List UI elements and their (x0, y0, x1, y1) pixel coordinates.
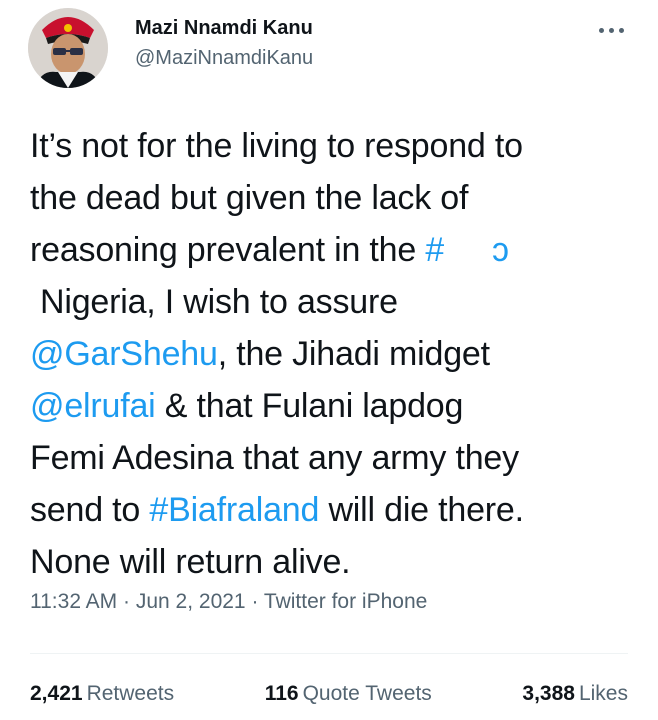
quote-tweets-label: Quote Tweets (302, 682, 432, 705)
tweet-line: It’s not for the living to respond to (30, 120, 640, 172)
quote-tweets-count: 116 (264, 682, 299, 705)
more-horizontal-icon (609, 28, 614, 33)
tweet-text-segment: the dead but given the lack of (30, 179, 469, 217)
display-name[interactable]: Mazi Nnamdi Kanu (135, 14, 313, 42)
likes-count: 3,388 (522, 682, 575, 705)
more-horizontal-icon (599, 28, 604, 33)
tweet-text-segment: It’s not for the living to respond to (30, 127, 523, 165)
mention-link[interactable]: @elrufai (30, 387, 156, 425)
tweet-line: @GarShehu, the Jihadi midget (30, 328, 640, 380)
likes-stat[interactable]: 3,388 Likes (522, 682, 628, 706)
tweet-text-segment: Femi Adesina that any army they (30, 439, 519, 477)
retweets-stat[interactable]: 2,421 Retweets (30, 682, 174, 706)
tweet-line: the dead but given the lack of (30, 172, 640, 224)
redacted-area (444, 237, 493, 268)
tweet-meta: 11:32 AM · Jun 2, 2021 · Twitter for iPh… (30, 590, 427, 614)
tweet-header: Mazi Nnamdi Kanu @MaziNnamdiKanu (28, 6, 628, 96)
tweet-date[interactable]: Jun 2, 2021 (136, 590, 246, 613)
meta-separator: · (245, 590, 264, 613)
handle[interactable]: @MaziNnamdiKanu (135, 44, 313, 72)
tweet-line: @elrufai & that Fulani lapdog (30, 380, 640, 432)
hashtag-link-end[interactable]: ɔ (492, 231, 509, 269)
tweet-line: Nigeria, I wish to assure (30, 276, 640, 328)
profile-photo-icon (28, 8, 108, 88)
meta-separator: · (117, 590, 136, 613)
tweet-text-segment: , the Jihadi midget (217, 335, 490, 373)
hashtag-link[interactable]: #Biafraland (149, 491, 319, 529)
tweet-source[interactable]: Twitter for iPhone (264, 590, 427, 613)
likes-label: Likes (578, 682, 628, 705)
tweet-text-segment: reasoning prevalent in the (30, 231, 426, 269)
divider (30, 653, 628, 654)
tweet-text-segment: None will return alive. (30, 543, 351, 581)
tweet-line: reasoning prevalent in the # ɔ (30, 224, 640, 276)
tweet-stats: 2,421 Retweets 116 Quote Tweets 3,388 Likes (30, 682, 628, 706)
more-horizontal-icon (619, 28, 624, 33)
tweet-text: It’s not for the living to respond to th… (30, 120, 640, 588)
tweet-text-segment: & that Fulani lapdog (155, 387, 464, 425)
quote-tweets-stat[interactable]: 116 Quote Tweets (265, 682, 432, 706)
tweet-text-segment: will die there. (319, 491, 524, 529)
tweet-text-segment: send to (30, 491, 150, 529)
avatar[interactable] (28, 8, 108, 88)
tweet-text-segment: Nigeria, I wish to assure (40, 283, 398, 321)
hashtag-link[interactable]: # (425, 231, 444, 269)
retweets-label: Retweets (86, 682, 175, 705)
tweet-line: send to #Biafraland will die there. (30, 484, 640, 536)
tweet-line: None will return alive. (30, 536, 640, 588)
tweet-line: Femi Adesina that any army they (30, 432, 640, 484)
mention-link[interactable]: @GarShehu (30, 335, 218, 373)
retweets-count: 2,421 (30, 682, 83, 705)
author-block: Mazi Nnamdi Kanu @MaziNnamdiKanu (135, 14, 313, 72)
tweet-time[interactable]: 11:32 AM (30, 590, 117, 613)
more-options-button[interactable] (596, 20, 628, 40)
